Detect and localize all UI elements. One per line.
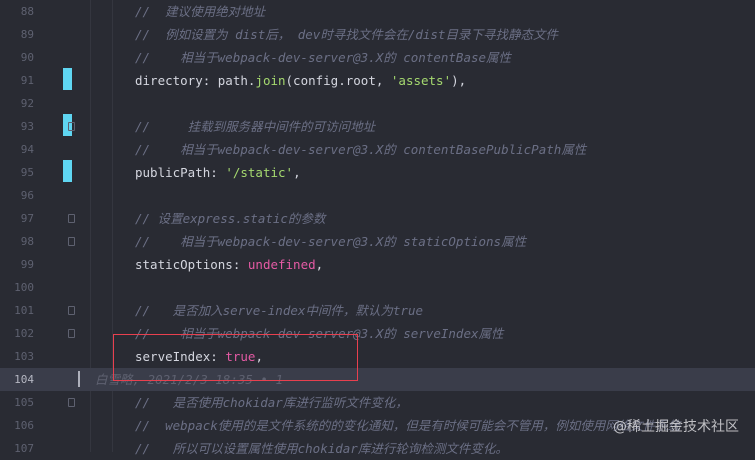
fold-icon[interactable] [68,306,75,315]
code-line[interactable]: 107 // 所以可以设置属性使用chokidar库进行轮询检测文件变化。 [0,437,755,460]
code-token: // 挂载到服务器中间件的可访问地址 [135,119,376,134]
line-number[interactable]: 105 [0,391,34,414]
code-token: : path. [202,73,256,88]
code-line[interactable]: 100 [0,276,755,299]
code-line[interactable]: 91 directory: path.join(config.root, 'ass… [0,69,755,92]
fold-icon[interactable] [68,214,75,223]
code-token: // 相当于webpack-dev-server@3.X的 staticOpti… [135,234,527,249]
code-text: // 是否加入serve-index中间件，默认为true [135,299,423,322]
code-text: // 相当于webpack-dev-server@3.X的 contentBas… [135,138,586,161]
code-line[interactable]: 98 // 相当于webpack-dev-server@3.X的 staticOp… [0,230,755,253]
code-token: undefined [247,257,316,272]
line-number[interactable]: 104 [0,368,34,391]
line-number[interactable]: 94 [0,138,34,161]
fold-icon[interactable] [68,398,75,407]
code-token: directory [135,73,203,88]
code-line[interactable]: 105 // 是否使用chokidar库进行监听文件变化， [0,391,755,414]
code-line[interactable]: 99 staticOptions: undefined, [0,253,755,276]
code-line[interactable]: 95 publicPath: '/static', [0,161,755,184]
code-token: : [232,257,248,272]
watermark: @稀土掘金技术社区 [613,419,739,435]
line-number[interactable]: 95 [0,161,34,184]
line-number[interactable]: 93 [0,115,34,138]
line-number[interactable]: 96 [0,184,34,207]
code-line[interactable]: 101 // 是否加入serve-index中间件，默认为true [0,299,755,322]
code-text: // webpack使用的是文件系统的的变化通知，但是有时候可能会不管用，例如使… [135,414,680,437]
code-token: join [255,73,286,88]
line-number[interactable]: 103 [0,345,34,368]
line-number[interactable]: 100 [0,276,34,299]
code-line[interactable]: 93 // 挂载到服务器中间件的可访问地址 [0,115,755,138]
change-marker[interactable] [63,160,72,182]
line-number[interactable]: 106 [0,414,34,437]
code-token: // webpack使用的是文件系统的的变化通知，但是有时候可能会不管用，例如使… [135,418,681,433]
line-number[interactable]: 107 [0,437,34,460]
fold-icon[interactable] [68,329,75,338]
code-token: , [315,257,324,272]
line-number[interactable]: 92 [0,92,34,115]
code-line[interactable]: 97 // 设置express.static的参数 [0,207,755,230]
code-line[interactable]: 89 // 例如设置为 dist后， dev时寻找文件会在/dist目录下寻找静态… [0,23,755,46]
code-text: staticOptions: undefined, [135,253,323,276]
code-token: ), [451,73,467,88]
code-text: directory: path.join(config.root, 'asset… [135,69,466,92]
code-editor[interactable]: 88 // 建议使用绝对地址 89 // 例如设置为 dist后， dev时寻找文件会… [0,0,755,456]
code-token: // 相当于webpack-dev-server@3.X的 contentBas… [135,142,587,157]
code-line[interactable]: 88 // 建议使用绝对地址 [0,0,755,23]
code-token: staticOptions [135,257,233,272]
line-number[interactable]: 97 [0,207,34,230]
code-text: // 建议使用绝对地址 [135,0,265,23]
line-number[interactable]: 90 [0,46,34,69]
line-number[interactable]: 89 [0,23,34,46]
code-token: , [293,165,301,180]
code-line[interactable]: 96 [0,184,755,207]
line-number[interactable]: 91 [0,69,34,92]
code-line[interactable]: 92 [0,92,755,115]
code-token: // 例如设置为 dist后， dev时寻找文件会在/dist目录下寻找静态文件 [135,27,558,42]
code-token: // 所以可以设置属性使用chokidar库进行轮询检测文件变化。 [135,441,508,456]
code-token: // 建议使用绝对地址 [135,4,266,19]
code-token: // 是否使用chokidar库进行监听文件变化， [135,395,408,410]
code-line[interactable]: 94 // 相当于webpack-dev-server@3.X的 contentB… [0,138,755,161]
fold-icon[interactable] [68,122,75,131]
line-number[interactable]: 88 [0,0,34,23]
code-line[interactable]: 90 // 相当于webpack-dev-server@3.X的 contentB… [0,46,755,69]
code-token: 'assets' [390,73,452,88]
code-token: : [210,165,226,180]
line-number[interactable]: 102 [0,322,34,345]
text-cursor [78,371,80,387]
annotation-highlight-box [113,334,358,381]
code-token: publicPath [135,165,211,180]
code-text: // 例如设置为 dist后， dev时寻找文件会在/dist目录下寻找静态文件 [135,23,558,46]
line-number[interactable]: 101 [0,299,34,322]
code-text: publicPath: '/static', [135,161,301,184]
line-number[interactable]: 99 [0,253,34,276]
change-marker[interactable] [63,68,72,90]
code-token: // 相当于webpack-dev-server@3.X的 contentBas… [135,50,512,65]
code-token: (config.root, [285,73,391,88]
code-text: // 挂载到服务器中间件的可访问地址 [135,115,375,138]
code-text: // 相当于webpack-dev-server@3.X的 contentBas… [135,46,511,69]
code-text: // 是否使用chokidar库进行监听文件变化， [135,391,408,414]
code-text: // 相当于webpack-dev-server@3.X的 staticOpti… [135,230,526,253]
code-token: // 是否加入serve-index中间件，默认为true [135,303,424,318]
fold-icon[interactable] [68,237,75,246]
code-text: // 所以可以设置属性使用chokidar库进行轮询检测文件变化。 [135,437,508,460]
code-text: // 设置express.static的参数 [135,207,325,230]
code-token: // 设置express.static的参数 [135,211,326,226]
line-number[interactable]: 98 [0,230,34,253]
code-token: '/static' [225,165,294,180]
